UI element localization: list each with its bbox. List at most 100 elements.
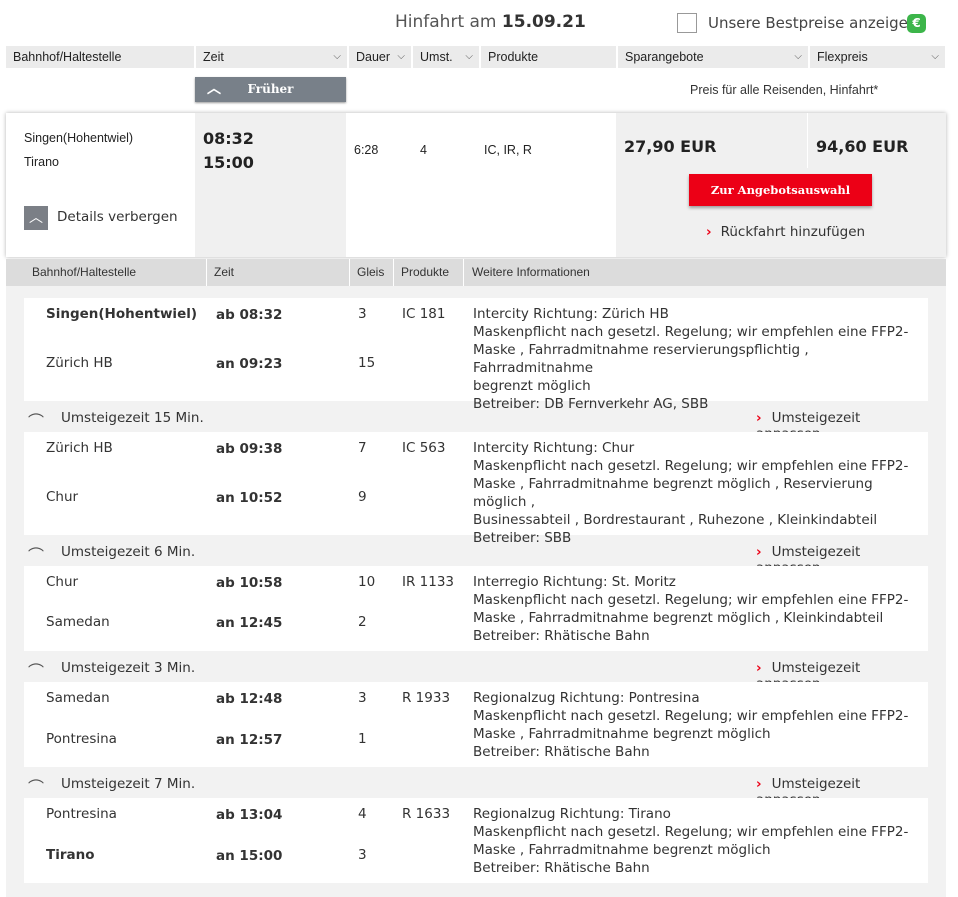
info-line: Maskenpflicht nach gesetzl. Regelung; wi…	[473, 824, 909, 840]
segment: Singen(Hohentwiel) ab 08:32 3 IC 181 Zür…	[24, 298, 928, 412]
chevron-down-icon: ⌵	[333, 51, 341, 62]
col-products: Produkte	[481, 46, 616, 68]
col-flex-label: Flexpreis	[817, 50, 868, 64]
info-line: Maske , Fahrradmitnahme begrenzt möglich	[473, 842, 771, 858]
details-col-station: Bahnhof/Haltestelle	[32, 265, 137, 279]
transfer-row: ⌒ Umsteigezeit 3 Min. ›Umsteigezeit anpa…	[24, 652, 928, 692]
col-station-label: Bahnhof/Haltestelle	[13, 50, 122, 64]
transfer-icon: ⌒	[28, 412, 45, 431]
chevron-right-icon: ›	[756, 660, 762, 676]
col-transfers-label: Umst.	[420, 50, 453, 64]
from-station: Singen(Hohentwiel)	[24, 131, 134, 145]
segment-arr-time: an 15:00	[216, 848, 283, 864]
segment-dep-station: Zürich HB	[46, 440, 113, 456]
transfer-time-label: Umsteigezeit 7 Min.	[61, 776, 196, 792]
segment-dep-time: ab 12:48	[216, 691, 283, 707]
price-note: Preis für alle Reisenden, Hinfahrt*	[690, 83, 879, 97]
segment-dep-track: 10	[358, 574, 376, 590]
info-cell: 6:28 4 IC, IR, R	[346, 113, 616, 257]
segment-dep-track: 4	[358, 806, 367, 822]
transfer-time-label: Umsteigezeit 6 Min.	[61, 544, 196, 560]
chevron-right-icon: ›	[756, 544, 762, 560]
segment-dep-time: ab 10:58	[216, 575, 283, 591]
offer-selection-button[interactable]: Zur Angebotsauswahl	[689, 174, 872, 206]
price-divider	[807, 113, 808, 168]
chevron-right-icon: ›	[756, 776, 762, 792]
info-line: Betreiber: Rhätische Bahn	[473, 628, 650, 644]
chevron-down-icon: ⌵	[931, 51, 939, 62]
info-line: Maske , Fahrradmitnahme reservierungspfl…	[473, 342, 809, 376]
details-toggle-label[interactable]: Details verbergen	[57, 209, 178, 225]
details-col-track: Gleis	[357, 265, 385, 279]
earlier-button[interactable]: ︿ Früher	[195, 77, 346, 102]
segment-train: R 1933	[402, 690, 451, 706]
transfer-time-label: Umsteigezeit 15 Min.	[61, 410, 204, 426]
chevron-up-icon: ︿	[207, 81, 221, 97]
segment-dep-station: Samedan	[46, 690, 110, 706]
col-duration-sort[interactable]: Dauer ⌵	[349, 46, 411, 68]
best-prices-checkbox[interactable]	[677, 13, 697, 33]
segment-info: Intercity Richtung: Zürich HB Maskenpfli…	[473, 305, 923, 413]
col-products-label: Produkte	[488, 50, 539, 64]
time-cell: 08:32 15:00	[195, 113, 346, 257]
segment-train: R 1633	[402, 806, 451, 822]
col-time-sort[interactable]: Zeit ⌵	[196, 46, 347, 68]
info-line: begrenzt möglich	[473, 378, 591, 394]
products: IC, IR, R	[484, 143, 532, 157]
to-station: Tirano	[24, 155, 59, 169]
details-column-header: Bahnhof/Haltestelle Zeit Gleis Produkte …	[6, 259, 946, 286]
info-line: Maske , Fahrradmitnahme begrenzt möglich…	[473, 610, 884, 626]
journey-title: Hinfahrt am 15.09.21	[395, 12, 586, 32]
segment-arr-track: 15	[358, 355, 376, 371]
chevron-up-icon: ︿	[29, 210, 43, 226]
segment-info: Interregio Richtung: St. Moritz Maskenpf…	[473, 573, 923, 645]
segment-arr-station: Zürich HB	[46, 355, 113, 371]
earlier-label: Früher	[247, 82, 294, 96]
arrival-time: 15:00	[203, 153, 254, 172]
journey-details-panel: Bahnhof/Haltestelle Zeit Gleis Produkte …	[6, 259, 946, 897]
segment-arr-time: an 10:52	[216, 490, 283, 506]
journey-prefix: Hinfahrt am	[395, 12, 497, 32]
details-col-products: Produkte	[401, 265, 450, 279]
segment-dep-track: 3	[358, 690, 367, 706]
segment-arr-time: an 12:45	[216, 615, 283, 631]
results-column-header: Bahnhof/Haltestelle Zeit ⌵ Dauer ⌵ Umst. ⌵ …	[6, 46, 945, 68]
transfer-time-label: Umsteigezeit 3 Min.	[61, 660, 196, 676]
col-duration-label: Dauer	[356, 50, 391, 64]
segment-train: IC 563	[402, 440, 446, 456]
info-line: Maske , Fahrradmitnahme begrenzt möglich	[473, 726, 771, 742]
segment-dep-track: 7	[358, 440, 367, 456]
col-saver-sort[interactable]: Sparangebote ⌵	[618, 46, 808, 68]
info-line: Regionalzug Richtung: Tirano	[473, 806, 671, 822]
transfer-icon: ⌒	[28, 662, 45, 681]
segment: Zürich HB ab 09:38 7 IC 563 Chur an 10:5…	[24, 432, 928, 546]
details-col-time: Zeit	[214, 265, 235, 279]
segment-arr-station: Samedan	[46, 614, 110, 630]
info-line: Maskenpflicht nach gesetzl. Regelung; wi…	[473, 592, 909, 608]
col-transfers-sort[interactable]: Umst. ⌵	[413, 46, 479, 68]
add-return-link[interactable]: › Rückfahrt hinzufügen	[706, 224, 865, 240]
segment-dep-time: ab 13:04	[216, 807, 283, 823]
segment-arr-station: Chur	[46, 489, 79, 505]
info-line: Intercity Richtung: Zürich HB	[473, 306, 669, 322]
divider	[206, 259, 207, 286]
transfer-icon: ⌒	[28, 546, 45, 565]
connection-card[interactable]: Singen(Hohentwiel) Tirano ︿ Details verb…	[6, 113, 946, 257]
segment-dep-station: Singen(Hohentwiel)	[46, 306, 198, 322]
divider	[463, 259, 464, 286]
segment: Samedan ab 12:48 3 R 1933 Pontresina an …	[24, 682, 928, 767]
info-line: Interregio Richtung: St. Moritz	[473, 574, 676, 590]
info-line: Betreiber: Rhätische Bahn	[473, 744, 650, 760]
info-line: Maskenpflicht nach gesetzl. Regelung; wi…	[473, 324, 909, 340]
segment-dep-time: ab 08:32	[216, 307, 283, 323]
euro-icon: €	[907, 14, 926, 33]
segment-dep-station: Chur	[46, 574, 79, 590]
segment-arr-track: 2	[358, 614, 367, 630]
details-toggle-button[interactable]: ︿	[24, 206, 48, 230]
segment: Chur ab 10:58 10 IR 1133 Samedan an 12:4…	[24, 566, 928, 651]
best-prices-text: Unsere Bestpreise anzeigen	[708, 14, 918, 32]
departure-time: 08:32	[203, 129, 254, 148]
best-prices-label[interactable]: Unsere Bestpreise anzeigen1	[708, 14, 923, 32]
col-flex-sort[interactable]: Flexpreis ⌵	[810, 46, 945, 68]
transfer-row: ⌒ Umsteigezeit 6 Min. ›Umsteigezeit anpa…	[24, 536, 928, 576]
